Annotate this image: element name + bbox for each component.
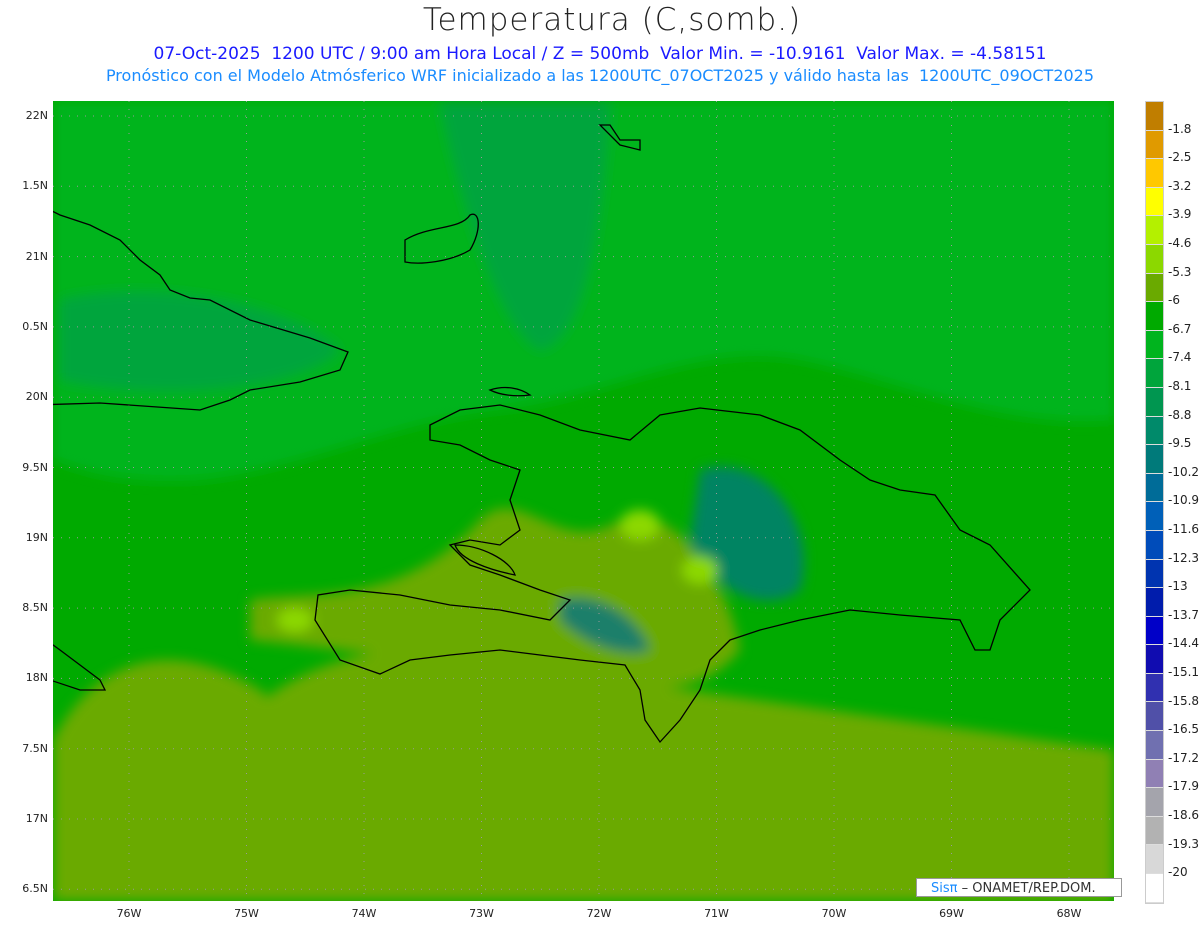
colorbar-label: -1.8 xyxy=(1168,121,1192,136)
lon-label: 70W xyxy=(821,907,847,920)
colorbar-swatch xyxy=(1146,874,1163,903)
colorbar-swatch xyxy=(1146,816,1163,846)
lon-label: 75W xyxy=(234,907,259,920)
lat-label: 22N xyxy=(25,109,48,122)
colorbar-label: -6.7 xyxy=(1168,321,1192,336)
colorbar-swatch xyxy=(1146,502,1163,531)
colorbar-swatch xyxy=(1146,330,1163,360)
lat-label: 21N xyxy=(25,249,48,263)
lon-label: 69W xyxy=(939,907,964,920)
lat-label: 1.5N xyxy=(22,179,48,193)
lat-label: 20N xyxy=(25,390,48,404)
lat-label: 7.5N xyxy=(22,741,48,755)
field-warm-spot xyxy=(620,510,660,540)
credit-text: – ONAMET/REP.DOM. xyxy=(957,881,1096,896)
colorbar-swatch xyxy=(1146,759,1163,789)
colorbar-swatch xyxy=(1146,130,1163,160)
colorbar-label: -20 xyxy=(1168,865,1188,880)
colorbar-label: -13 xyxy=(1168,579,1188,594)
temperature-map xyxy=(53,101,1114,901)
colorbar-swatch xyxy=(1146,273,1163,303)
colorbar-swatch xyxy=(1146,102,1163,131)
colorbar-swatch xyxy=(1146,473,1163,503)
colorbar-swatch xyxy=(1146,559,1163,589)
colorbar-label: -8.1 xyxy=(1168,379,1192,393)
model-info-line: Pronóstico con el Modelo Atmósferico WRF… xyxy=(105,66,1095,85)
colorbar-swatch xyxy=(1146,702,1163,732)
colorbar-label: -3.9 xyxy=(1168,207,1192,222)
colorbar-label: -5.3 xyxy=(1168,264,1192,279)
colorbar-swatch xyxy=(1146,731,1163,760)
colorbar-swatch xyxy=(1146,445,1163,474)
sispi-logo: Sisπ xyxy=(931,881,958,896)
lon-label: 76W xyxy=(116,907,142,920)
colorbar-swatch xyxy=(1146,673,1163,703)
lat-label: 18N xyxy=(25,671,48,685)
colorbar-label: -14.4 xyxy=(1168,636,1200,651)
colorbar-swatch xyxy=(1146,187,1163,217)
lon-label: 73W xyxy=(469,907,494,920)
colorbar-label: -13.7 xyxy=(1168,607,1200,622)
lon-label: 68W xyxy=(1056,907,1082,920)
colorbar-label: -7.4 xyxy=(1168,350,1192,365)
credit-box: Sisπ – ONAMET/REP.DOM. xyxy=(916,878,1122,897)
lon-label: 71W xyxy=(704,907,729,920)
colorbar-label: -10.9 xyxy=(1168,493,1200,508)
colorbar-swatch xyxy=(1146,159,1163,188)
colorbar-swatch xyxy=(1146,387,1163,417)
colorbar-swatch xyxy=(1146,788,1163,817)
colorbar-swatch xyxy=(1146,588,1163,617)
lat-label: 19N xyxy=(25,530,48,544)
colorbar-swatch xyxy=(1146,244,1163,274)
colorbar-label: -15.8 xyxy=(1168,693,1200,708)
colorbar-label: -15.1 xyxy=(1168,665,1200,679)
colorbar-label: -10.2 xyxy=(1168,464,1200,479)
colorbar-swatch xyxy=(1146,645,1163,674)
chart-title: Temperatura (C,somb.) xyxy=(422,2,802,38)
colorbar-label: -11.6 xyxy=(1168,522,1200,536)
colorbar-swatch xyxy=(1146,302,1163,331)
colorbar-label: -2.5 xyxy=(1168,150,1192,165)
colorbar-label: -17.9 xyxy=(1168,779,1200,794)
lat-label: 0.5N xyxy=(22,319,48,333)
colorbar-swatch xyxy=(1146,845,1163,875)
colorbar-label: -9.5 xyxy=(1168,436,1192,451)
colorbar-label: -12.3 xyxy=(1168,550,1200,565)
valid-time-line: 07-Oct-2025 1200 UTC / 9:00 am Hora Loca… xyxy=(153,44,1047,64)
colorbar-swatch xyxy=(1146,530,1163,560)
colorbar-swatch xyxy=(1146,359,1163,388)
lat-label: 9.5N xyxy=(22,460,48,474)
lon-label: 72W xyxy=(586,907,612,920)
lat-label: 6.5N xyxy=(22,882,48,896)
colorbar-swatch xyxy=(1146,416,1163,446)
field-warm-spot xyxy=(682,556,718,584)
lon-label: 74W xyxy=(351,907,377,920)
colorbar-label: -8.8 xyxy=(1168,407,1192,422)
lat-label: 8.5N xyxy=(22,601,48,615)
colorbar-swatch xyxy=(1146,616,1163,646)
colorbar-label: -16.5 xyxy=(1168,722,1200,737)
colorbar-swatch xyxy=(1146,216,1163,245)
colorbar-label: -4.6 xyxy=(1168,236,1192,250)
colorbar-label: -19.3 xyxy=(1168,836,1200,851)
field-warm-spot xyxy=(277,608,313,632)
colorbar-label: -17.2 xyxy=(1168,750,1200,765)
lat-label: 17N xyxy=(25,812,48,825)
colorbar-label: -6 xyxy=(1168,293,1180,308)
colorbar-label: -18.6 xyxy=(1168,808,1200,822)
colorbar xyxy=(1145,101,1164,904)
colorbar-label: -3.2 xyxy=(1168,178,1192,193)
